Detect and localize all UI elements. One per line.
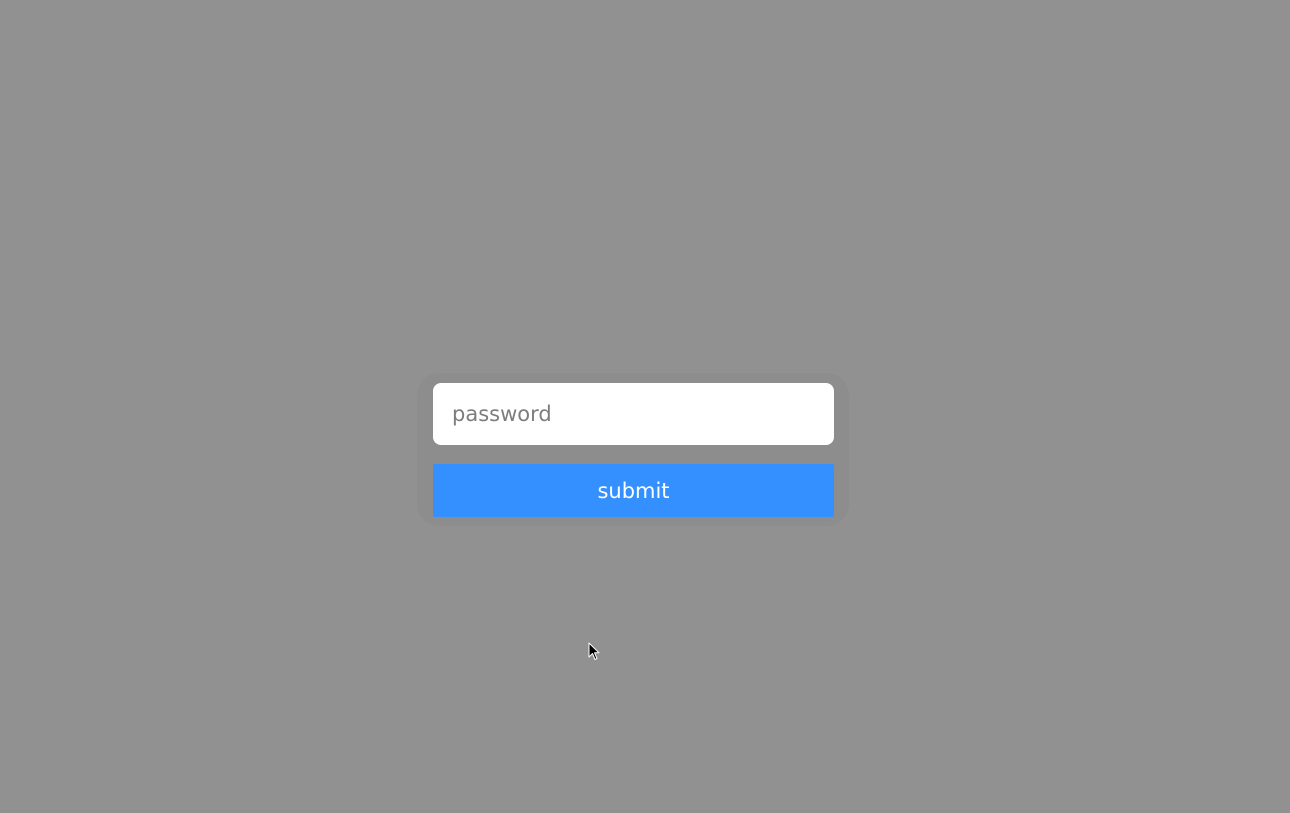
submit-button[interactable]: submit	[433, 464, 834, 517]
cursor-icon	[588, 642, 600, 660]
login-form: submit	[417, 373, 849, 526]
password-input[interactable]	[433, 383, 834, 445]
